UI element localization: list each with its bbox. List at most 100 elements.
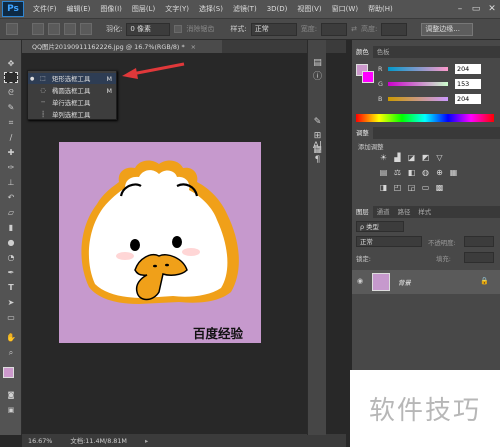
shape-tool-icon[interactable]: ▭ (4, 312, 18, 323)
new-selection-icon[interactable] (32, 23, 44, 35)
tool-preset-icon[interactable] (6, 23, 18, 35)
height-input[interactable] (381, 22, 408, 36)
exposure-adjust-icon[interactable]: ◩ (420, 153, 431, 163)
healing-brush-icon[interactable]: ✚ (4, 147, 18, 158)
hand-tool-icon[interactable]: ✋ (4, 332, 18, 343)
tab-styles[interactable]: 样式 (414, 206, 435, 218)
color-background-swatch[interactable] (362, 71, 374, 83)
threshold-icon[interactable]: ◲ (406, 183, 417, 193)
menu-select[interactable]: 选择(S) (194, 4, 228, 14)
photo-filter-icon[interactable]: ◍ (420, 168, 431, 178)
add-selection-icon[interactable] (48, 23, 60, 35)
color-spectrum-bar[interactable] (356, 114, 494, 122)
status-arrow-icon[interactable]: ▸ (145, 437, 148, 445)
r-slider[interactable] (388, 67, 448, 71)
menu-help[interactable]: 帮助(H) (363, 4, 398, 14)
refine-edge-button[interactable]: 调整边缘... (421, 22, 474, 36)
menu-view[interactable]: 视图(V) (292, 4, 326, 14)
opacity-input[interactable] (464, 236, 494, 247)
document-size[interactable]: 文档:11.4M/8.81M (70, 436, 127, 445)
clone-stamp-icon[interactable]: ⊥ (4, 177, 18, 188)
brightness-adjust-icon[interactable]: ☀ (378, 153, 389, 163)
type-tool-icon[interactable]: T (4, 282, 18, 293)
menu-3d[interactable]: 3D(D) (262, 5, 293, 13)
flyout-item-single-row-marquee[interactable]: ┄ 单行选框工具 (28, 97, 116, 108)
levels-adjust-icon[interactable]: ▟ (392, 153, 403, 163)
info-panel-icon[interactable]: ⓘ (311, 71, 324, 84)
minimize-icon[interactable]: – (452, 2, 468, 16)
curves-adjust-icon[interactable]: ◪ (406, 153, 417, 163)
close-icon[interactable]: ✕ (484, 2, 500, 16)
paragraph-panel-icon[interactable]: ¶ (311, 154, 324, 167)
character-panel-icon-a[interactable]: A| (311, 140, 324, 153)
posterize-icon[interactable]: ◰ (392, 183, 403, 193)
brush-panel-icon[interactable]: ✎ (311, 116, 324, 129)
flyout-item-rectangular-marquee[interactable]: ● ⬚ 矩形选框工具 M (28, 73, 116, 84)
subtract-selection-icon[interactable] (64, 23, 76, 35)
layer-filter-select[interactable]: ρ 类型 (356, 221, 404, 232)
tab-swatches[interactable]: 色板 (373, 46, 394, 58)
tab-channels[interactable]: 通道 (373, 206, 394, 218)
pen-tool-icon[interactable]: ✒ (4, 267, 18, 278)
hue-saturation-icon[interactable]: ▤ (378, 168, 389, 178)
tab-paths[interactable]: 路径 (394, 206, 415, 218)
tab-adjustments[interactable]: 调整 (352, 127, 373, 139)
menu-image[interactable]: 图像(I) (95, 4, 127, 14)
history-panel-icon[interactable]: ▤ (311, 57, 324, 70)
document-canvas[interactable]: 百度经验 (59, 142, 261, 343)
tab-layers[interactable]: 图层 (352, 206, 373, 218)
eraser-tool-icon[interactable]: ▱ (4, 207, 18, 218)
brush-tool-icon[interactable]: ✑ (4, 162, 18, 173)
menu-type[interactable]: 文字(Y) (160, 4, 194, 14)
invert-icon[interactable]: ◨ (378, 183, 389, 193)
color-balance-icon[interactable]: ⚖ (392, 168, 403, 178)
color-lookup-icon[interactable]: ▦ (448, 168, 459, 178)
maximize-icon[interactable]: ▭ (468, 2, 484, 16)
path-select-icon[interactable]: ➤ (4, 297, 18, 308)
gradient-map-icon[interactable]: ▭ (420, 183, 431, 193)
channel-mixer-icon[interactable]: ⊕ (434, 168, 445, 178)
r-value-input[interactable]: 204 (455, 64, 481, 74)
vibrance-adjust-icon[interactable]: ▽ (434, 153, 445, 163)
crop-tool-icon[interactable]: ⌗ (4, 117, 18, 128)
visibility-eye-icon[interactable]: ◉ (357, 277, 363, 285)
blend-mode-select[interactable]: 正常 (356, 236, 422, 247)
g-value-input[interactable]: 153 (455, 79, 481, 89)
selective-color-icon[interactable]: ▩ (434, 183, 445, 193)
menu-edit[interactable]: 编辑(E) (62, 4, 96, 14)
layer-row-background[interactable]: ◉ 背景 🔒 (352, 270, 500, 294)
tab-color[interactable]: 颜色 (352, 46, 373, 58)
fill-input[interactable] (464, 252, 494, 263)
zoom-level[interactable]: 16.67% (28, 437, 52, 445)
quick-mask-icon[interactable]: ◙ (4, 390, 18, 401)
menu-layer[interactable]: 图层(L) (127, 4, 160, 14)
move-tool-icon[interactable]: ✥ (4, 58, 18, 69)
b-value-input[interactable]: 204 (455, 94, 481, 104)
dodge-tool-icon[interactable]: ◔ (4, 252, 18, 263)
lasso-tool-icon[interactable]: ᘓ (4, 87, 18, 98)
foreground-color-swatch[interactable] (3, 367, 14, 378)
style-select[interactable]: 正常 (250, 22, 297, 36)
gradient-tool-icon[interactable]: ▮ (4, 222, 18, 233)
quick-select-tool-icon[interactable]: ✎ (4, 102, 18, 113)
flyout-item-elliptical-marquee[interactable]: ◌ 椭圆选框工具 M (28, 85, 116, 96)
history-brush-icon[interactable]: ↶ (4, 192, 18, 203)
intersect-selection-icon[interactable] (80, 23, 92, 35)
blur-tool-icon[interactable]: ● (4, 237, 18, 248)
black-white-icon[interactable]: ◧ (406, 168, 417, 178)
document-tab[interactable]: QQ图片20190911162226.jpg @ 16.7%(RGB/8) * … (22, 40, 222, 53)
g-slider[interactable] (388, 82, 448, 86)
screen-mode-icon[interactable]: ▣ (4, 405, 18, 416)
flyout-item-single-column-marquee[interactable]: ┆ 单列选框工具 (28, 109, 116, 120)
width-input[interactable] (321, 22, 348, 36)
marquee-tool-icon[interactable] (4, 72, 18, 83)
antialias-checkbox[interactable] (174, 25, 183, 33)
menu-filter[interactable]: 滤镜(T) (228, 4, 262, 14)
menu-file[interactable]: 文件(F) (28, 4, 62, 14)
b-slider[interactable] (388, 97, 448, 101)
swap-icon[interactable]: ⇄ (351, 25, 357, 33)
eyedropper-tool-icon[interactable]: ∕ (4, 132, 18, 143)
feather-input[interactable]: 0 像素 (126, 22, 171, 36)
zoom-tool-icon[interactable]: ⌕ (4, 347, 18, 358)
tab-close-icon[interactable]: × (191, 43, 196, 51)
